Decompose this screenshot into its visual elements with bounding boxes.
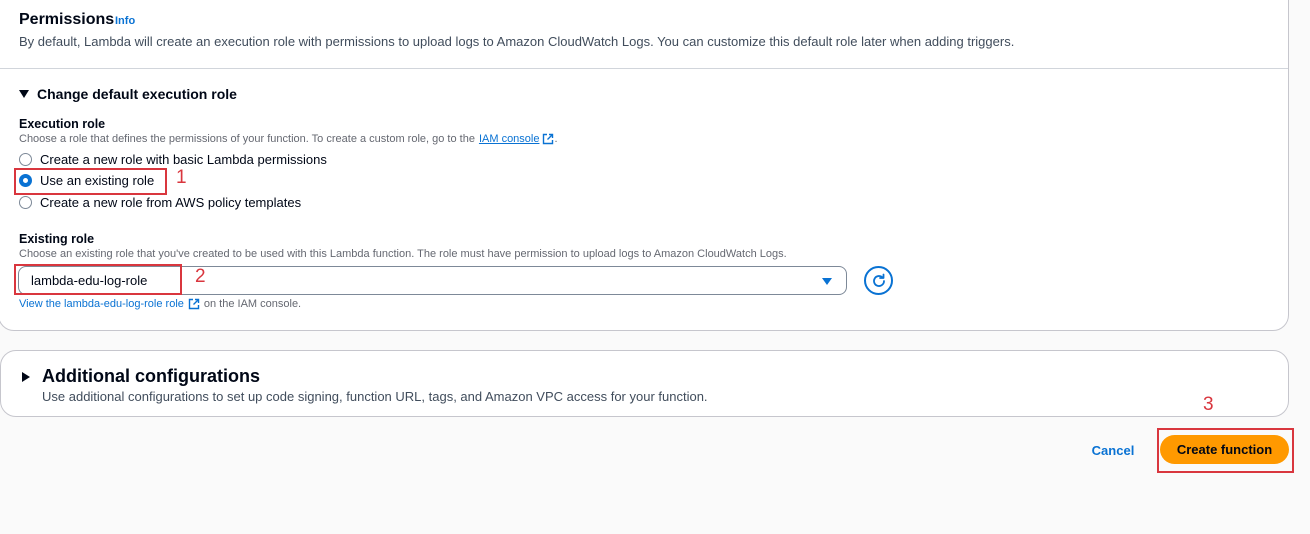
additional-configurations-description: Use additional configurations to set up …: [42, 389, 708, 404]
existing-role-label: Existing role: [19, 232, 95, 246]
execution-role-help: Choose a role that defines the permissio…: [19, 133, 558, 145]
radio-button[interactable]: [19, 153, 32, 166]
annotation-number-1: 1: [176, 167, 187, 188]
permissions-description: By default, Lambda will create an execut…: [19, 34, 1015, 49]
caret-down-icon: [822, 278, 832, 285]
radio-option-policy-templates[interactable]: Create a new role from AWS policy templa…: [19, 195, 301, 210]
execution-role-help-suffix: .: [554, 133, 558, 145]
iam-console-link[interactable]: IAM console: [479, 133, 540, 145]
refresh-icon: [871, 273, 887, 289]
annotation-number-2: 2: [195, 266, 206, 287]
radio-option-new-basic-role[interactable]: Create a new role with basic Lambda perm…: [19, 152, 327, 167]
info-link[interactable]: Info: [115, 15, 135, 27]
annotation-box-1: [14, 168, 167, 195]
view-role-link[interactable]: View the lambda-edu-log-role role: [19, 298, 184, 310]
execution-role-label: Execution role: [19, 117, 106, 131]
radio-label: Create a new role with basic Lambda perm…: [40, 152, 327, 167]
annotation-box-3: [1157, 428, 1294, 473]
cancel-button[interactable]: Cancel: [1085, 438, 1141, 462]
triangle-down-icon: [19, 90, 29, 98]
additional-configurations-toggle[interactable]: Additional configurations: [22, 366, 260, 387]
view-role-line: View the lambda-edu-log-role role on the…: [19, 298, 301, 310]
annotation-box-2: [14, 264, 182, 295]
divider: [0, 68, 1288, 69]
additional-configurations-title: Additional configurations: [42, 366, 260, 386]
refresh-roles-button[interactable]: [864, 266, 893, 295]
change-execution-role-label: Change default execution role: [37, 86, 237, 102]
permissions-title: Permissions: [19, 11, 115, 28]
external-link-icon[interactable]: [542, 133, 554, 145]
radio-label: Create a new role from AWS policy templa…: [40, 195, 302, 210]
radio-button[interactable]: [19, 196, 32, 209]
existing-role-help: Choose an existing role that you've crea…: [19, 248, 787, 260]
external-link-icon[interactable]: [188, 298, 200, 310]
execution-role-help-text: Choose a role that defines the permissio…: [19, 133, 475, 145]
triangle-right-icon: [22, 371, 30, 382]
change-execution-role-toggle[interactable]: Change default execution role: [19, 86, 237, 102]
view-role-suffix: on the IAM console.: [203, 298, 302, 310]
annotation-number-3: 3: [1203, 394, 1214, 415]
